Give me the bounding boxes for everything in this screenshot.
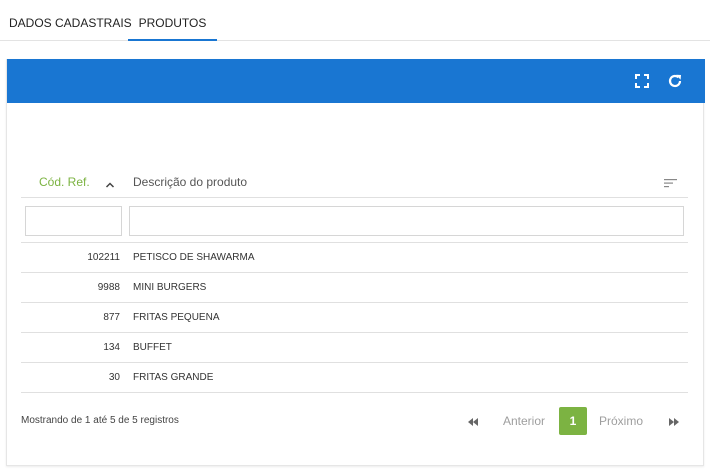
table-row[interactable]: 877 FRITAS PEQUENA [21, 303, 688, 333]
cell-description: FRITAS GRANDE [133, 372, 214, 383]
page-number-button[interactable]: 1 [559, 407, 587, 435]
last-page-icon[interactable] [667, 415, 681, 427]
sort-ascending-icon[interactable] [105, 177, 115, 188]
fullscreen-icon[interactable] [632, 71, 652, 91]
first-page-icon[interactable] [466, 415, 480, 427]
tab-produtos[interactable]: PRODUTOS [128, 0, 217, 41]
refresh-icon[interactable] [665, 71, 685, 91]
column-header-code[interactable]: Cód. Ref. [39, 167, 90, 198]
records-info: Mostrando de 1 até 5 de 5 registros [21, 415, 179, 426]
cell-code: 102211 [87, 252, 120, 263]
next-page-button[interactable]: Próximo [599, 403, 643, 439]
cell-description: MINI BURGERS [133, 282, 207, 293]
cell-code: 134 [103, 342, 120, 353]
table-row[interactable]: 30 FRITAS GRANDE [21, 363, 688, 393]
cell-code: 877 [103, 312, 120, 323]
table-header: Cód. Ref. Descrição do produto [21, 167, 688, 198]
filter-row [21, 198, 688, 243]
table-row[interactable]: 134 BUFFET [21, 333, 688, 363]
cell-description: BUFFET [133, 342, 172, 353]
table-row[interactable]: 102211 PETISCO DE SHAWARMA [21, 243, 688, 273]
products-panel: Cód. Ref. Descrição do produto 102211 PE… [6, 59, 705, 466]
cell-code: 30 [108, 372, 120, 383]
panel-header [7, 59, 705, 103]
cell-description: FRITAS PEQUENA [133, 312, 220, 323]
column-header-description[interactable]: Descrição do produto [133, 167, 247, 198]
table-row[interactable]: 9988 MINI BURGERS [21, 273, 688, 303]
filter-code-input[interactable] [25, 206, 122, 236]
filter-description-input[interactable] [129, 206, 684, 236]
cell-description: PETISCO DE SHAWARMA [133, 252, 255, 263]
previous-page-button[interactable]: Anterior [503, 403, 545, 439]
products-table: Cód. Ref. Descrição do produto 102211 PE… [21, 167, 688, 393]
cell-code: 9988 [97, 282, 120, 293]
tab-dados-cadastrais[interactable]: DADOS CADASTRAIS [9, 0, 132, 41]
tab-bar: DADOS CADASTRAIS PRODUTOS [0, 0, 710, 41]
column-menu-icon[interactable] [664, 176, 678, 188]
table-footer: Mostrando de 1 até 5 de 5 registros Ante… [21, 403, 688, 439]
